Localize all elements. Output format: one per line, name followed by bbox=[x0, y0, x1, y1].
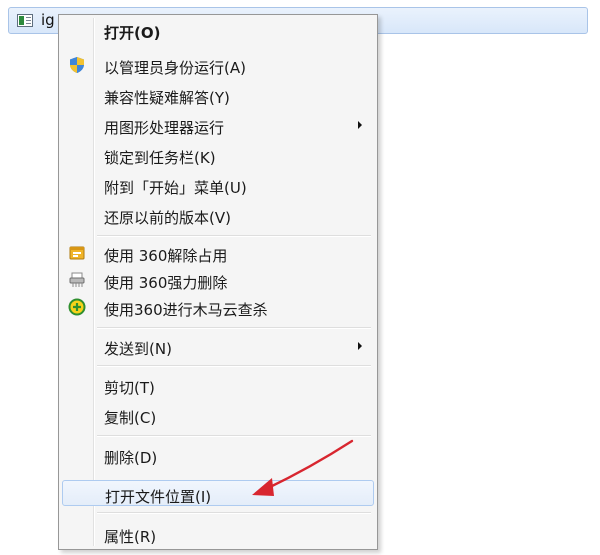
360-unlock-icon bbox=[69, 246, 85, 260]
menu-item-label: 以管理员身份运行(A) bbox=[104, 59, 246, 77]
menu-item-label: 使用360进行木马云查杀 bbox=[104, 301, 268, 319]
executable-file-icon bbox=[17, 14, 33, 27]
360-shredder-icon bbox=[69, 272, 85, 287]
menu-item-pin-to-start-menu[interactable]: 附到「开始」菜单(U) bbox=[62, 172, 374, 198]
menu-item-label: 使用 360解除占用 bbox=[104, 247, 228, 265]
menu-separator bbox=[97, 435, 371, 437]
menu-item-label: 使用 360强力删除 bbox=[104, 274, 228, 292]
menu-separator bbox=[97, 365, 371, 367]
menu-item-label: 属性(R) bbox=[104, 528, 157, 546]
menu-item-send-to[interactable]: 发送到(N) bbox=[62, 333, 374, 359]
menu-item-label: 剪切(T) bbox=[104, 379, 155, 397]
menu-item-compatibility-troubleshoot[interactable]: 兼容性疑难解答(Y) bbox=[62, 82, 374, 108]
menu-item-label: 锁定到任务栏(K) bbox=[104, 149, 216, 167]
menu-item-open[interactable]: 打开(O) bbox=[62, 17, 374, 43]
menu-item-label: 删除(D) bbox=[104, 449, 158, 467]
menu-item-label: 还原以前的版本(V) bbox=[104, 209, 231, 227]
menu-item-label: 兼容性疑难解答(Y) bbox=[104, 89, 230, 107]
menu-item-run-with-gpu[interactable]: 用图形处理器运行 bbox=[62, 112, 374, 138]
uac-shield-icon bbox=[70, 57, 84, 73]
menu-item-label: 复制(C) bbox=[104, 409, 157, 427]
menu-item-label: 发送到(N) bbox=[104, 340, 172, 358]
menu-item-delete[interactable]: 删除(D) bbox=[62, 442, 374, 468]
menu-separator bbox=[97, 327, 371, 329]
menu-item-open-file-location[interactable]: 打开文件位置(I) bbox=[62, 480, 374, 506]
menu-item-360-force-delete[interactable]: 使用 360强力删除 bbox=[62, 267, 374, 293]
menu-item-properties[interactable]: 属性(R) bbox=[62, 521, 374, 547]
submenu-arrow-icon bbox=[358, 121, 362, 129]
360-trojan-scan-icon bbox=[68, 298, 86, 316]
menu-item-restore-previous-versions[interactable]: 还原以前的版本(V) bbox=[62, 202, 374, 228]
menu-item-360-unlock[interactable]: 使用 360解除占用 bbox=[62, 240, 374, 266]
menu-item-label: 打开(O) bbox=[104, 24, 161, 42]
menu-item-copy[interactable]: 复制(C) bbox=[62, 402, 374, 428]
menu-item-label: 用图形处理器运行 bbox=[104, 119, 225, 137]
menu-item-cut[interactable]: 剪切(T) bbox=[62, 372, 374, 398]
menu-item-run-as-admin[interactable]: 以管理员身份运行(A) bbox=[62, 52, 374, 78]
menu-separator bbox=[97, 512, 371, 514]
context-menu: 打开(O) 以管理员身份运行(A) 兼容性疑难解答(Y) 用图形处理器运行 锁定… bbox=[58, 14, 378, 550]
submenu-arrow-icon bbox=[358, 342, 362, 350]
menu-separator bbox=[97, 235, 371, 237]
menu-item-label: 打开文件位置(I) bbox=[105, 488, 212, 506]
menu-item-label: 附到「开始」菜单(U) bbox=[104, 179, 247, 197]
menu-item-360-trojan-scan[interactable]: 使用360进行木马云查杀 bbox=[62, 294, 374, 320]
menu-item-pin-to-taskbar[interactable]: 锁定到任务栏(K) bbox=[62, 142, 374, 168]
file-name: ig bbox=[41, 11, 55, 29]
